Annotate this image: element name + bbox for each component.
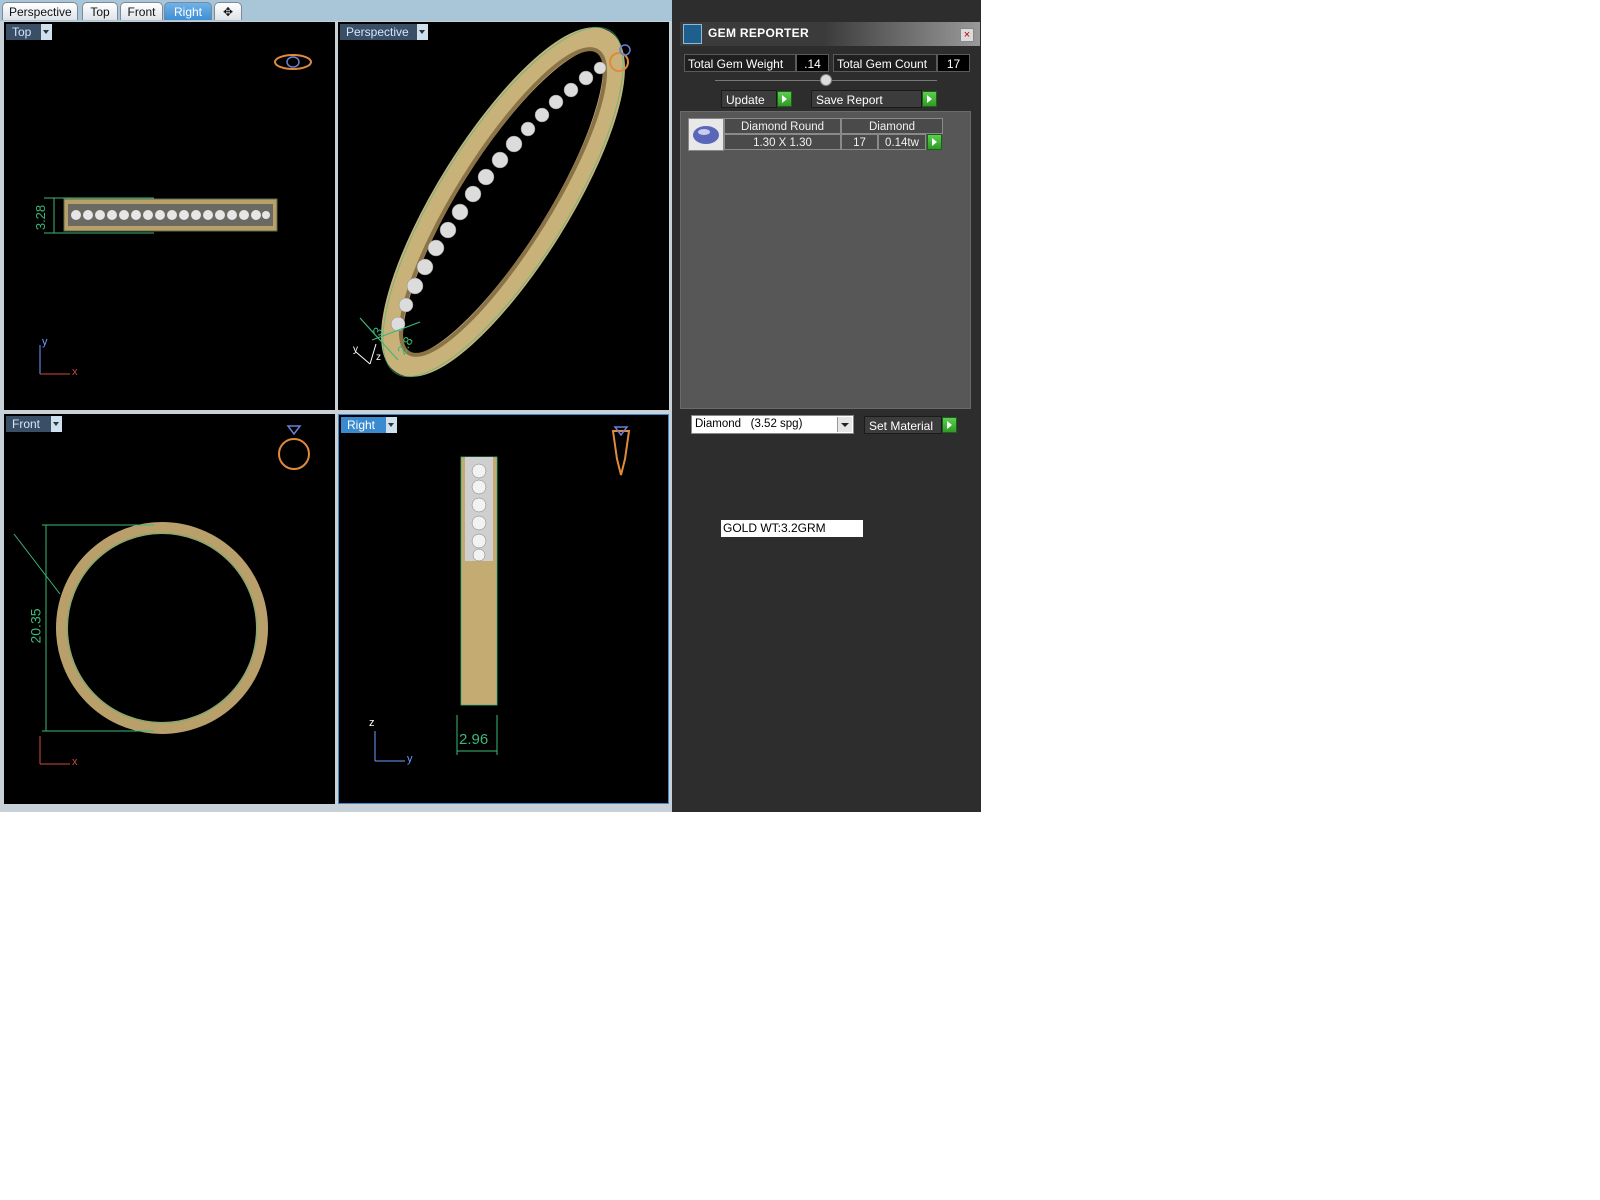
axis-label-y: y [407,753,413,765]
save-report-button[interactable]: Save Report [811,90,922,108]
viewport-label-perspective[interactable]: Perspective [340,24,428,40]
gem-list: Diamond Round Diamond 1.30 X 1.30 17 0.1… [680,111,971,409]
viewport-label-top[interactable]: Top [6,24,52,40]
tab-top[interactable]: Top [82,2,118,20]
close-icon[interactable]: × [960,28,974,42]
perspective-view-canvas [355,26,631,378]
axis-label-x: x [72,756,78,768]
update-button[interactable]: Update [721,90,777,108]
diamond-round-icon [688,118,724,151]
add-tab-button[interactable]: ✥ [214,2,242,20]
gem-weight-cell: 0.14tw [878,134,926,150]
viewport-right[interactable]: Right 2.96 z y [338,414,669,804]
gem-row-go-icon[interactable] [927,134,942,150]
viewport-perspective[interactable]: Perspective 3 2.8 y z [338,22,669,410]
axis-label-z: z [369,717,375,729]
gem-size-cell: 1.30 X 1.30 [724,134,841,150]
right-view-canvas [374,426,631,762]
gem-reporter-title: GEM REPORTER [708,26,809,40]
table-row[interactable]: Diamond Round Diamond 1.30 X 1.30 17 0.1… [681,112,970,157]
gem-reporter-logo-icon [683,24,702,44]
viewport-tab-bar: Perspective Top Front Right ✥ [0,0,672,21]
front-view-canvas [13,425,310,765]
chevron-down-icon[interactable] [837,417,852,432]
axis-label-y: y [353,344,358,355]
gem-reporter-panel: GEM REPORTER × Total Gem Weight .14 Tota… [680,22,980,812]
viewport-menu-dropdown[interactable] [386,417,397,433]
viewport-menu-dropdown[interactable] [51,416,62,432]
viewport-menu-dropdown[interactable] [41,24,52,40]
total-gem-count-value: 17 [937,54,970,72]
total-gem-weight-value: .14 [796,54,829,72]
gold-weight-note: GOLD WT:3.2GRM [721,520,863,537]
dimension-diameter: 20.35 [27,608,44,644]
tab-perspective[interactable]: Perspective [2,2,78,20]
gem-count-cell: 17 [841,134,878,150]
total-gem-weight-label: Total Gem Weight [684,54,796,72]
gem-shape-cell: Diamond Round [724,118,841,134]
gem-material-cell: Diamond [841,118,943,134]
collapse-toggle-icon[interactable] [820,74,832,86]
ring-thumbnail-icon [611,430,631,476]
ring-thumbnail-icon [278,438,310,470]
gem-reporter-header: GEM REPORTER × [680,22,980,46]
tab-right[interactable]: Right [164,2,212,20]
dimension-width: 2.96 [459,731,489,748]
viewport-label-right[interactable]: Right [341,417,397,433]
cad-application: Perspective Top Front Right ✥ Top 3.28 y… [0,0,981,812]
axis-label-x: x [72,366,78,378]
viewport-menu-dropdown[interactable] [417,24,428,40]
set-material-button[interactable]: Set Material [864,416,942,434]
viewport-label-front[interactable]: Front [6,416,62,432]
axis-label-y: y [42,336,48,348]
viewport-front[interactable]: Front 20.35 x [4,414,335,804]
dimension-height: 3.28 [33,204,49,231]
tab-front[interactable]: Front [120,2,163,20]
axis-label-z: z [376,352,381,363]
total-gem-count-label: Total Gem Count [833,54,937,72]
update-go-icon[interactable] [777,91,792,107]
viewport-top[interactable]: Top 3.28 y x [4,22,335,410]
set-material-go-icon[interactable] [942,417,957,433]
material-select[interactable]: Diamond (3.52 spg) [691,415,854,434]
save-report-go-icon[interactable] [922,91,937,107]
ring-profile [56,522,268,734]
